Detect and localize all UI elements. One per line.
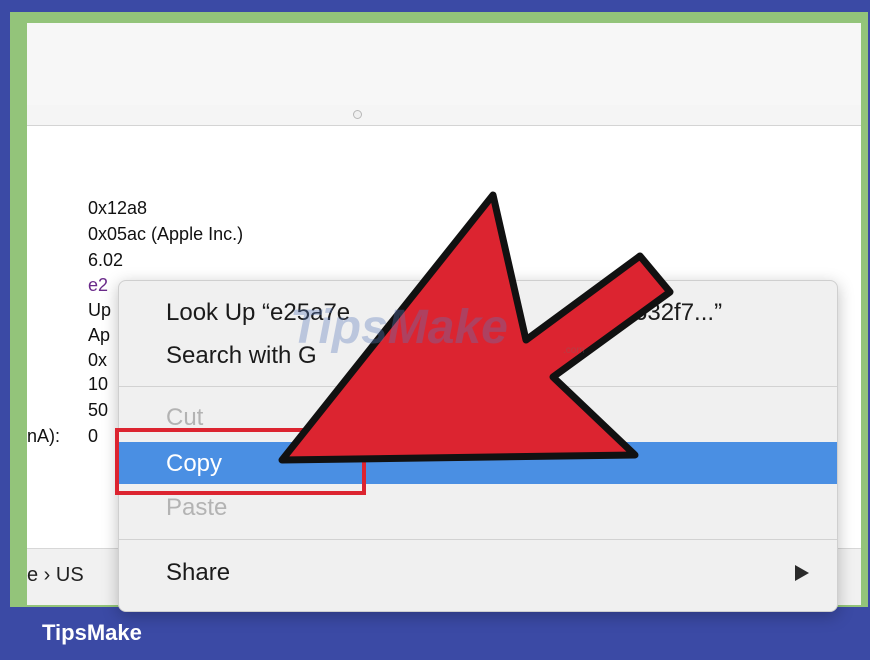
watermark-domain: .com bbox=[563, 345, 585, 356]
watermark: TipsMake bbox=[290, 301, 508, 354]
footer-brand: TipsMake bbox=[42, 620, 142, 645]
